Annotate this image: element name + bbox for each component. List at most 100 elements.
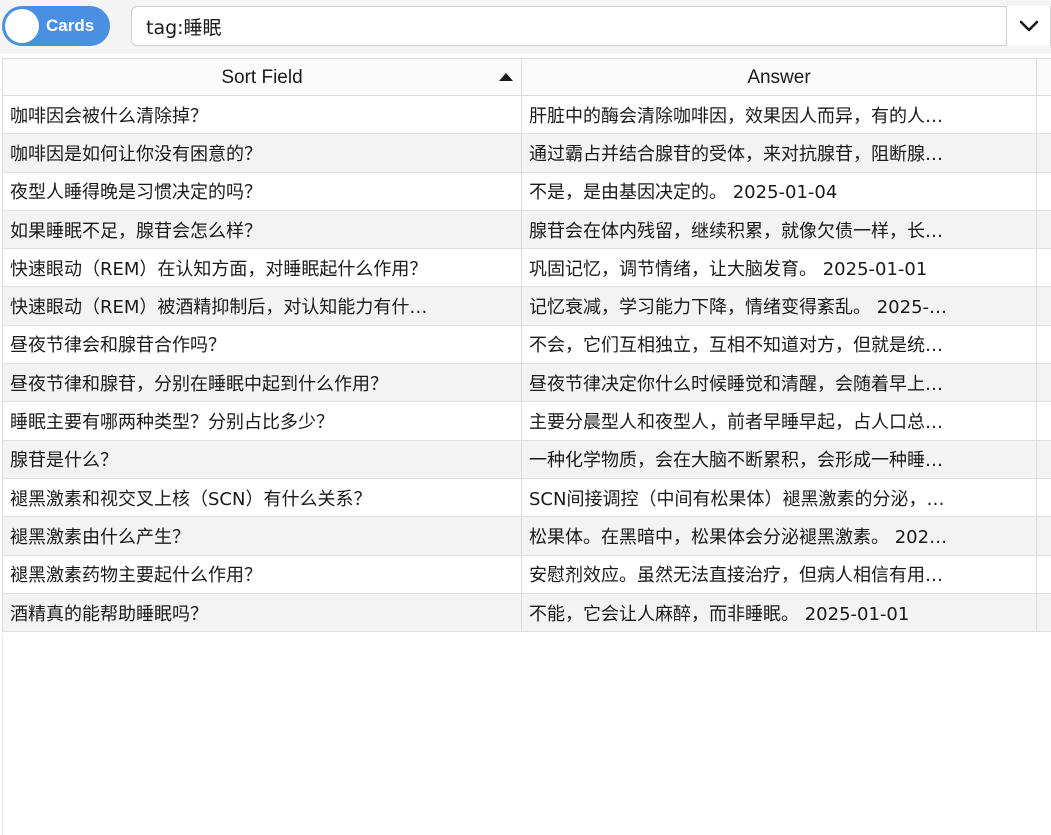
cell-text: 不能，它会让人麻醉，而非睡眠。 2025-01-01 [529,603,910,625]
cell-text: 褪黑激素由什么产生？ [10,526,190,548]
table-row[interactable]: 昼夜节律和腺苷，分别在睡眠中起到什么作用？ 昼夜节律决定你什么时候睡觉和清醒，会随… [2,364,1051,403]
cell-filler [1037,479,1051,516]
table-body: 咖啡因会被什么清除掉？ 肝脏中的酶会清除咖啡因，效果因人而异，有的人… 咖啡因是如何… [2,96,1051,633]
cell-text: 安慰剂效应。虽然无法直接治疗，但病人相信有用… [529,565,943,587]
table-row[interactable]: 快速眼动（REM）被酒精抑制后，对认知能力有什… 记忆衰减，学习能力下降，情绪变得… [2,287,1051,326]
cell-text: 不会，它们互相独立，互相不知道对方，但就是统… [529,335,943,357]
cell-text: 不是，是由基因决定的。 2025-01-04 [529,182,838,204]
cell-sort-field[interactable]: 快速眼动（REM）在认知方面，对睡眠起什么作用？ [2,249,522,287]
cell-text: 主要分晨型人和夜型人，前者早睡早起，占人口总… [529,412,943,434]
table-row[interactable]: 酒精真的能帮助睡眠吗？ 不能，它会让人麻醉，而非睡眠。 2025-01-01 [2,593,1051,633]
cell-filler [1037,96,1051,133]
search-history-dropdown-button[interactable] [1006,6,1050,46]
column-header-label: Answer [747,67,811,88]
table-row[interactable]: 咖啡因是如何让你没有困意的？ 通过霸占并结合腺苷的受体，来对抗腺苷，阻断腺… [2,134,1051,173]
cell-text: 昼夜节律决定你什么时候睡觉和清醒，会随着早上… [529,373,943,395]
column-header-answer[interactable]: Answer [522,59,1037,96]
search-input[interactable] [146,7,1006,45]
cell-answer[interactable]: 松果体。在黑暗中，松果体会分泌褪黑激素。 202… [522,517,1037,555]
cell-filler [1037,326,1051,363]
cell-filler [1037,134,1051,171]
cell-sort-field[interactable]: 夜型人睡得晚是习惯决定的吗？ [2,172,522,210]
cell-text: 夜型人睡得晚是习惯决定的吗？ [10,182,262,204]
cell-text: 咖啡因会被什么清除掉？ [10,105,208,127]
cell-sort-field[interactable]: 咖啡因是如何让你没有困意的？ [2,134,522,172]
cell-answer[interactable]: 不能，它会让人麻醉，而非睡眠。 2025-01-01 [522,593,1037,632]
cell-answer[interactable]: 巩固记忆，调节情绪，让大脑发育。 2025-01-01 [522,249,1037,287]
cell-filler [1037,441,1051,478]
cell-answer[interactable]: 不是，是由基因决定的。 2025-01-04 [522,172,1037,210]
table-row[interactable]: 褪黑激素药物主要起什么作用？ 安慰剂效应。虽然无法直接治疗，但病人相信有用… [2,555,1051,594]
cell-filler [1037,517,1051,554]
table-row[interactable]: 腺苷是什么？ 一种化学物质，会在大脑不断累积，会形成一种睡… [2,440,1051,479]
cell-answer[interactable]: 昼夜节律决定你什么时候睡觉和清醒，会随着早上… [522,364,1037,402]
table-header: Sort Field Answer [2,58,1051,96]
table-row[interactable]: 快速眼动（REM）在认知方面，对睡眠起什么作用？ 巩固记忆，调节情绪，让大脑发育。… [2,249,1051,288]
cell-filler [1037,594,1051,631]
cell-text: 巩固记忆，调节情绪，让大脑发育。 2025-01-01 [529,258,928,280]
cell-sort-field[interactable]: 酒精真的能帮助睡眠吗？ [2,593,522,632]
column-header-sort-field[interactable]: Sort Field [2,59,522,96]
cell-answer[interactable]: 腺苷会在体内残留，继续积累，就像欠债一样，长… [522,210,1037,249]
cell-text: 酒精真的能帮助睡眠吗？ [10,603,208,625]
cell-text: 松果体。在黑暗中，松果体会分泌褪黑激素。 202… [529,526,948,548]
column-header-label: Sort Field [221,67,303,88]
cell-answer[interactable]: 通过霸占并结合腺苷的受体，来对抗腺苷，阻断腺… [522,134,1037,172]
top-toolbar: Cards [0,0,1051,54]
cell-sort-field[interactable]: 睡眠主要有哪两种类型？分别占比多少？ [2,402,522,440]
cell-answer[interactable]: SCN间接调控（中间有松果体）褪黑激素的分泌，… [522,478,1037,517]
cell-text: 睡眠主要有哪两种类型？分别占比多少？ [10,412,334,434]
cell-sort-field[interactable]: 腺苷是什么？ [2,440,522,478]
cell-answer[interactable]: 不会，它们互相独立，互相不知道对方，但就是统… [522,325,1037,364]
cell-sort-field[interactable]: 褪黑激素和视交叉上核（SCN）有什么关系？ [2,478,522,517]
cards-notes-toggle[interactable]: Cards [2,6,110,46]
cell-text: SCN间接调控（中间有松果体）褪黑激素的分泌，… [529,488,945,510]
cell-text: 记忆衰减，学习能力下降，情绪变得紊乱。 2025-… [529,297,948,319]
cell-text: 褪黑激素药物主要起什么作用？ [10,565,262,587]
toggle-label: Cards [46,16,95,35]
cell-text: 昼夜节律和腺苷，分别在睡眠中起到什么作用？ [10,373,388,395]
cell-text: 腺苷会在体内残留，继续积累，就像欠债一样，长… [529,220,943,242]
cell-text: 腺苷是什么？ [10,450,118,472]
cell-filler [1037,173,1051,210]
cell-sort-field[interactable]: 褪黑激素由什么产生？ [2,517,522,555]
cell-text: 如果睡眠不足，腺苷会怎么样？ [10,220,262,242]
browser-table: Sort Field Answer 咖啡因会被什么清除掉？ 肝脏中的酶会清除咖啡因… [2,58,1051,633]
chevron-down-icon [1019,20,1038,32]
table-row[interactable]: 睡眠主要有哪两种类型？分别占比多少？ 主要分晨型人和夜型人，前者早睡早起，占人口总… [2,402,1051,441]
cell-sort-field[interactable]: 如果睡眠不足，腺苷会怎么样？ [2,210,522,249]
cell-answer[interactable]: 主要分晨型人和夜型人，前者早睡早起，占人口总… [522,402,1037,440]
cell-text: 快速眼动（REM）被酒精抑制后，对认知能力有什… [10,297,428,319]
cell-sort-field[interactable]: 咖啡因会被什么清除掉？ [2,96,522,134]
table-row[interactable]: 咖啡因会被什么清除掉？ 肝脏中的酶会清除咖啡因，效果因人而异，有的人… [2,96,1051,135]
cell-filler [1037,402,1051,439]
cell-text: 昼夜节律会和腺苷合作吗？ [10,335,226,357]
toggle-knob[interactable] [5,9,39,43]
sort-ascending-icon [499,73,513,81]
cell-filler [1037,364,1051,401]
table-row[interactable]: 褪黑激素和视交叉上核（SCN）有什么关系？ SCN间接调控（中间有松果体）褪黑激素… [2,478,1051,518]
cell-filler [1037,287,1051,324]
cell-filler [1037,211,1051,248]
cell-answer[interactable]: 记忆衰减，学习能力下降，情绪变得紊乱。 2025-… [522,287,1037,325]
cell-text: 通过霸占并结合腺苷的受体，来对抗腺苷，阻断腺… [529,143,943,165]
cell-filler [1037,556,1051,593]
cell-filler [1037,249,1051,286]
table-empty-area [2,635,1051,835]
cell-text: 肝脏中的酶会清除咖啡因，效果因人而异，有的人… [529,105,943,127]
table-row[interactable]: 昼夜节律会和腺苷合作吗？ 不会，它们互相独立，互相不知道对方，但就是统… [2,325,1051,365]
cell-answer[interactable]: 肝脏中的酶会清除咖啡因，效果因人而异，有的人… [522,96,1037,134]
cell-answer[interactable]: 一种化学物质，会在大脑不断累积，会形成一种睡… [522,440,1037,478]
table-row[interactable]: 夜型人睡得晚是习惯决定的吗？ 不是，是由基因决定的。 2025-01-04 [2,172,1051,211]
cell-answer[interactable]: 安慰剂效应。虽然无法直接治疗，但病人相信有用… [522,555,1037,593]
cell-sort-field[interactable]: 褪黑激素药物主要起什么作用？ [2,555,522,593]
search-box[interactable] [131,6,1051,46]
cell-sort-field[interactable]: 快速眼动（REM）被酒精抑制后，对认知能力有什… [2,287,522,325]
table-row[interactable]: 如果睡眠不足，腺苷会怎么样？ 腺苷会在体内残留，继续积累，就像欠债一样，长… [2,210,1051,250]
cell-text: 快速眼动（REM）在认知方面，对睡眠起什么作用？ [10,258,428,280]
cell-text: 一种化学物质，会在大脑不断累积，会形成一种睡… [529,450,943,472]
table-row[interactable]: 褪黑激素由什么产生？ 松果体。在黑暗中，松果体会分泌褪黑激素。 202… [2,517,1051,556]
cell-sort-field[interactable]: 昼夜节律会和腺苷合作吗？ [2,325,522,364]
cell-sort-field[interactable]: 昼夜节律和腺苷，分别在睡眠中起到什么作用？ [2,364,522,402]
cell-text: 褪黑激素和视交叉上核（SCN）有什么关系？ [10,488,372,510]
